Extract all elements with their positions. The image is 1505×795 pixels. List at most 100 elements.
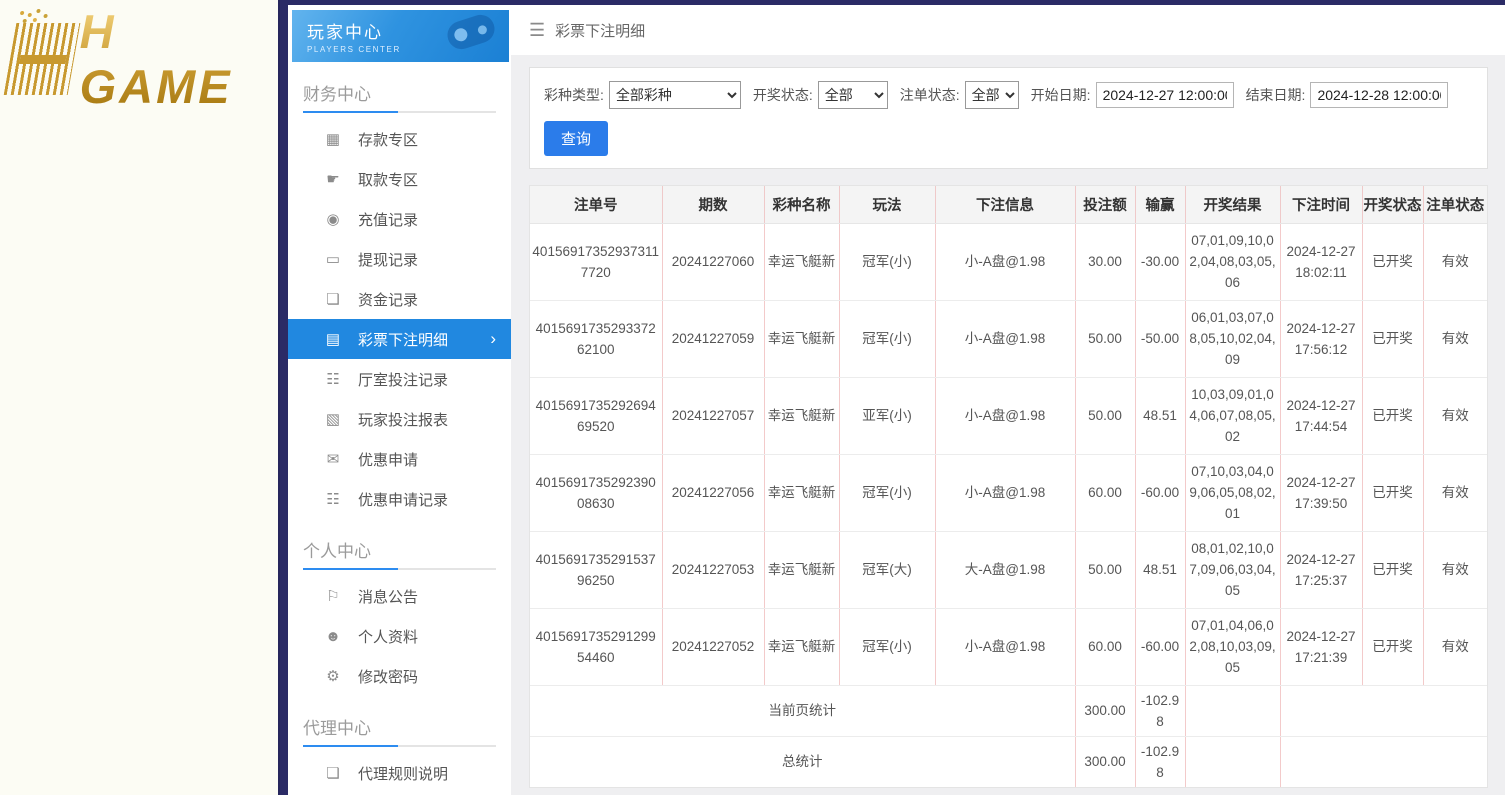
column-header: 下注时间 xyxy=(1279,186,1362,224)
column-header: 输赢 xyxy=(1134,186,1185,224)
document-icon: ❏ xyxy=(326,765,340,782)
sidebar-item-funds-record[interactable]: ❏ 资金记录 xyxy=(288,279,511,319)
section-divider xyxy=(303,568,496,570)
sidebar-item-document[interactable]: ❏ 代理规则说明 xyxy=(288,753,511,793)
lottery-type-select[interactable]: 全部彩种 xyxy=(608,81,741,109)
cell: 401569173529153796250 xyxy=(530,531,662,609)
sidebar-item-withdrawal-wallet[interactable]: ▭ 提现记录 xyxy=(288,239,511,279)
withdraw-hand-icon: ☛ xyxy=(326,171,340,188)
withdrawal-wallet-icon: ▭ xyxy=(325,251,341,268)
cell: 小-A盘@1.98 xyxy=(934,454,1075,532)
end-date-input[interactable] xyxy=(1310,82,1449,108)
sidebar-item-label: 存款专区 xyxy=(358,131,419,149)
hamburger-icon[interactable]: ☰ xyxy=(529,20,545,41)
column-header: 注单号 xyxy=(530,186,662,224)
summary-bet-total: 300.00 xyxy=(1074,685,1135,737)
cell: 小-A盘@1.98 xyxy=(934,608,1075,686)
content: 彩种类型: 全部彩种 开奖状态: 全部 注单状态: 全部 开始日期: 2024-… xyxy=(511,55,1505,795)
cell: 2024-12-27 17:25:37 xyxy=(1279,531,1362,609)
cell: 小-A盘@1.98 xyxy=(934,300,1075,378)
table-row: 401569173529153796250 20241227053 幸运飞艇新 冠军(… xyxy=(530,531,1487,609)
person-icon: ☻ xyxy=(325,627,341,645)
lottery-bet-detail-icon: ▤ xyxy=(325,331,341,348)
sidebar-item-hall-bet-record[interactable]: ☷ 厅室投注记录 xyxy=(288,359,511,399)
cell: 冠军(小) xyxy=(838,454,935,532)
sidebar-item-lottery-bet-detail[interactable]: ▤ 彩票下注明细 › xyxy=(288,319,511,359)
cell: 冠军(小) xyxy=(838,608,935,686)
sidebar-item-promo-apply-record[interactable]: ☷ 优惠申请记录 xyxy=(288,479,511,519)
cell: 已开奖 xyxy=(1361,608,1423,686)
cell: 幸运飞艇新 xyxy=(763,454,839,532)
cell: 幸运飞艇新 xyxy=(763,531,839,609)
sidebar-item-withdraw-hand[interactable]: ☛ 取款专区 xyxy=(288,159,511,199)
cell: 2024-12-27 18:02:11 xyxy=(1279,223,1362,301)
cell: 有效 xyxy=(1422,300,1487,378)
cell: 幸运飞艇新 xyxy=(763,377,839,455)
table-body: 401569173529373117720 20241227060 幸运飞艇新 冠军(… xyxy=(530,223,1487,787)
sidebar-item-label: 个人资料 xyxy=(358,628,419,646)
cell: 60.00 xyxy=(1074,608,1135,686)
sidebar-item-promo-apply[interactable]: ✉ 优惠申请 xyxy=(288,439,511,479)
cell: 已开奖 xyxy=(1361,377,1423,455)
summary-bet-total: 300.00 xyxy=(1074,736,1135,787)
funds-record-icon: ❏ xyxy=(326,291,340,308)
sidebar-item-label: 玩家投注报表 xyxy=(358,411,449,429)
cell: 20241227059 xyxy=(661,300,764,378)
column-header: 期数 xyxy=(661,186,764,224)
cell: 07,01,09,10,02,04,08,03,05,06 xyxy=(1184,223,1280,301)
sidebar-item-label: 代理规则说明 xyxy=(358,765,449,783)
page-title: 彩票下注明细 xyxy=(555,22,646,40)
table-row: 401569173529129954460 20241227052 幸运飞艇新 冠军(… xyxy=(530,608,1487,686)
sidebar-item-label: 修改密码 xyxy=(358,668,419,686)
cell: 2024-12-27 17:44:54 xyxy=(1279,377,1362,455)
cell: 已开奖 xyxy=(1361,454,1423,532)
cell: 幸运飞艇新 xyxy=(763,608,839,686)
section-divider xyxy=(303,111,496,113)
bell-icon: ⚐ xyxy=(326,588,340,605)
topbar: ☰ 彩票下注明细 xyxy=(511,5,1505,55)
summary-empty-cell xyxy=(1279,736,1487,787)
sidebar-menu: 财务中心 ▦ 存款专区 ☛ 取款专区 ◉ 充值记录 ▭ 提现记录 ❏ 资金记录 ▤ 彩票下注明细 › ☷ 厅室… xyxy=(288,80,511,795)
summary-win-total: -102.98 xyxy=(1134,685,1185,737)
cell: -60.00 xyxy=(1134,608,1185,686)
logo: H GAME xyxy=(3,5,278,113)
cell: 有效 xyxy=(1422,377,1487,455)
cell: 已开奖 xyxy=(1361,531,1423,609)
sidebar-item-player-bet-report[interactable]: ▧ 玩家投注报表 xyxy=(288,399,511,439)
summary-empty-cell xyxy=(1184,736,1280,787)
main-area: ☰ 彩票下注明细 彩种类型: 全部彩种 开奖状态: 全部 注单状态: 全部 开始… xyxy=(511,5,1505,795)
order-status-select[interactable]: 全部 xyxy=(964,81,1019,109)
logo-panel: H GAME xyxy=(0,0,280,795)
cell: 401569173529129954460 xyxy=(530,608,662,686)
query-button[interactable]: 查询 xyxy=(544,121,609,156)
logo-text: H GAME xyxy=(80,4,278,114)
cell: 20241227056 xyxy=(661,454,764,532)
cell: 冠军(小) xyxy=(838,300,935,378)
sidebar-item-recharge-moneybag[interactable]: ◉ 充值记录 xyxy=(288,199,511,239)
cell: 30.00 xyxy=(1074,223,1135,301)
sidebar-item-deposit-card[interactable]: ▦ 存款专区 xyxy=(288,119,511,159)
section-divider xyxy=(303,745,496,747)
promo-apply-record-icon: ☷ xyxy=(326,491,340,508)
cell: 48.51 xyxy=(1134,531,1185,609)
sidebar-subtitle: PLAYERS CENTER xyxy=(307,45,401,54)
table-row: 401569173529337262100 20241227059 幸运飞艇新 冠军(… xyxy=(530,300,1487,378)
draw-status-select[interactable]: 全部 xyxy=(817,81,888,109)
sidebar-item-person[interactable]: ☻ 个人资料 xyxy=(288,616,511,656)
cell: 60.00 xyxy=(1074,454,1135,532)
cell: 大-A盘@1.98 xyxy=(934,531,1075,609)
summary-label: 当前页统计 xyxy=(530,685,1075,737)
sidebar-item-gear[interactable]: ⚙ 修改密码 xyxy=(288,656,511,696)
column-header: 投注额 xyxy=(1074,186,1135,224)
hall-bet-record-icon: ☷ xyxy=(326,371,340,388)
cell: 2024-12-27 17:39:50 xyxy=(1279,454,1362,532)
start-date-input[interactable] xyxy=(1095,82,1234,108)
sidebar-item-bell[interactable]: ⚐ 消息公告 xyxy=(288,576,511,616)
page: H GAME 玩家中心 PLAYERS CENTER 财务中心 ▦ 存款专区 ☛ 取款专… xyxy=(0,0,1505,795)
cell: 07,10,03,04,09,06,05,08,02,01 xyxy=(1184,454,1280,532)
cell: 幸运飞艇新 xyxy=(763,300,839,378)
filter-panel: 彩种类型: 全部彩种 开奖状态: 全部 注单状态: 全部 开始日期: 2024-… xyxy=(529,67,1488,169)
cell: 有效 xyxy=(1422,531,1487,609)
cell: 已开奖 xyxy=(1361,300,1423,378)
sidebar-item-label: 提现记录 xyxy=(358,251,419,269)
